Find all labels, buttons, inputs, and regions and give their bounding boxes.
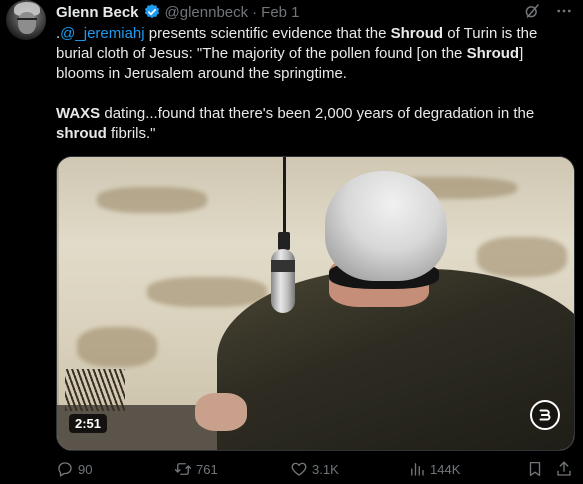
video-duration: 2:51 <box>69 414 108 433</box>
speaker-head <box>325 171 447 281</box>
microphone-cable <box>283 157 286 237</box>
grok-icon[interactable] <box>523 2 541 20</box>
top-actions <box>523 2 573 20</box>
post-date[interactable]: Feb 1 <box>261 4 299 21</box>
like-icon <box>291 462 307 476</box>
tweet-paragraph-1: .@_jeremiahj presents scientific evidenc… <box>56 25 538 82</box>
author-name[interactable]: Glenn Beck <box>56 4 139 21</box>
bookmark-icon <box>529 461 541 477</box>
views-icon <box>411 463 424 476</box>
brand-logo-icon <box>530 400 560 430</box>
views-count: 144K <box>430 461 461 477</box>
speaker-hand <box>195 393 247 431</box>
separator-dot: · <box>252 3 258 21</box>
author-handle[interactable]: @glennbeck <box>165 4 249 21</box>
retweet-button[interactable]: 761 <box>174 460 218 478</box>
microphone-clip <box>278 232 290 250</box>
reply-button[interactable]: 90 <box>56 460 92 478</box>
like-count: 3.1K <box>312 461 339 477</box>
reply-count: 90 <box>78 461 93 477</box>
action-bar: 90 761 3.1K 144K <box>56 458 571 480</box>
microphone <box>271 249 295 313</box>
tweet-header: Glenn Beck @glennbeck · Feb 1 <box>56 0 300 24</box>
microphone-band <box>271 260 295 272</box>
retweet-count: 761 <box>196 461 218 477</box>
more-icon[interactable] <box>555 2 573 20</box>
video-player[interactable]: 2:51 <box>56 156 575 451</box>
tweet-text: .@_jeremiahj presents scientific evidenc… <box>56 24 571 144</box>
verified-icon[interactable] <box>143 3 161 21</box>
reply-icon <box>58 462 72 477</box>
views-button[interactable]: 144K <box>408 460 460 478</box>
retweet-icon <box>174 463 192 475</box>
like-button[interactable]: 3.1K <box>290 460 339 478</box>
share-button[interactable] <box>555 460 573 478</box>
tweet-paragraph-2: WAXS dating...found that there's been 2,… <box>56 105 535 142</box>
share-icon <box>557 461 571 476</box>
plant <box>65 369 125 411</box>
avatar[interactable] <box>6 0 46 40</box>
bookmark-button[interactable] <box>526 460 544 478</box>
mention-link[interactable]: @_jeremiahj <box>60 25 144 42</box>
